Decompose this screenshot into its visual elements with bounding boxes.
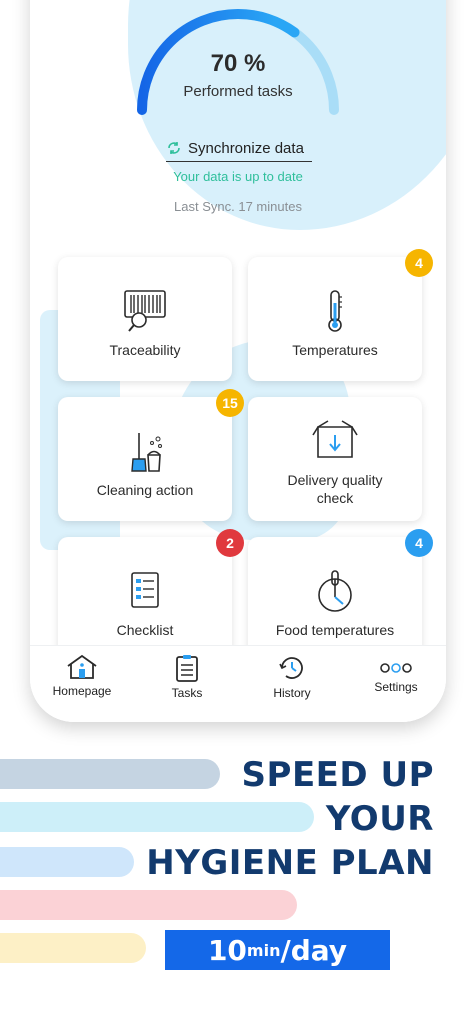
tab-label: Settings [374, 680, 418, 694]
tab-label: History [273, 686, 311, 700]
card-label: Temperatures [292, 342, 378, 358]
sync-status: Your data is up to date [173, 169, 303, 184]
thermometer-icon [328, 290, 342, 332]
notification-badge: 2 [216, 529, 244, 557]
card-label: Food temperatures [275, 622, 395, 638]
tab-tasks[interactable]: Tasks [147, 654, 227, 700]
tab-homepage[interactable]: Homepage [42, 654, 122, 698]
home-icon [67, 654, 97, 679]
bottom-tab-bar: Homepage Tasks History Settings [30, 645, 446, 722]
card-temperatures[interactable]: Temperatures [248, 257, 422, 381]
last-sync-time: Last Sync. 17 minutes [174, 199, 302, 214]
checklist-icon [131, 572, 159, 608]
promo-time-badge: 10 min/day [165, 930, 390, 970]
card-traceability[interactable]: Traceability [58, 257, 232, 381]
promo-time-unit: min [246, 940, 281, 960]
synchronize-button[interactable]: Synchronize data [166, 135, 312, 162]
sync-icon [168, 142, 180, 154]
decor-bar [0, 759, 220, 789]
card-label: Checklist [116, 622, 174, 638]
promo-headline-line1: SPEED UP [241, 755, 434, 795]
clipboard-icon [176, 655, 198, 682]
progress-label: Performed tasks [183, 83, 293, 100]
tab-settings[interactable]: Settings [356, 660, 436, 694]
tab-label: Homepage [52, 684, 112, 698]
card-label: Delivery quality check [287, 472, 383, 506]
tab-history[interactable]: History [252, 654, 332, 700]
notification-badge: 4 [405, 529, 433, 557]
progress-value: 70 % [210, 50, 266, 77]
decor-bar [0, 847, 134, 877]
card-cleaning-action[interactable]: Cleaning action [58, 397, 232, 521]
decor-bar [0, 890, 297, 920]
card-label: Traceability [109, 342, 181, 358]
promo-headline-line3: HYGIENE PLAN [146, 843, 434, 883]
barcode-scanner-icon [124, 290, 166, 332]
promo-headline-line2: YOUR [325, 799, 434, 839]
clock-icon [279, 657, 303, 679]
dots-icon [380, 663, 412, 673]
card-delivery-quality-check[interactable]: Delivery quality check [248, 397, 422, 521]
phone-frame: 70 % Performed tasks Synchronize data Yo… [30, 0, 446, 722]
promo-time-number: 10 [207, 933, 247, 967]
decor-bar [0, 802, 314, 832]
decor-bar [0, 933, 146, 963]
broom-bucket-icon [131, 433, 162, 472]
notification-badge: 4 [405, 249, 433, 277]
tab-label: Tasks [171, 686, 203, 700]
card-food-temperatures[interactable]: Food temperatures [248, 537, 422, 661]
promo-time-per-day: /day [280, 933, 348, 967]
app-screen: 70 % Performed tasks Synchronize data Yo… [30, 0, 446, 722]
notification-badge: 15 [216, 389, 244, 417]
card-label: Cleaning action [96, 482, 194, 498]
food-thermometer-icon [318, 570, 352, 612]
box-icon [312, 420, 358, 458]
synchronize-label: Synchronize data [188, 139, 304, 157]
